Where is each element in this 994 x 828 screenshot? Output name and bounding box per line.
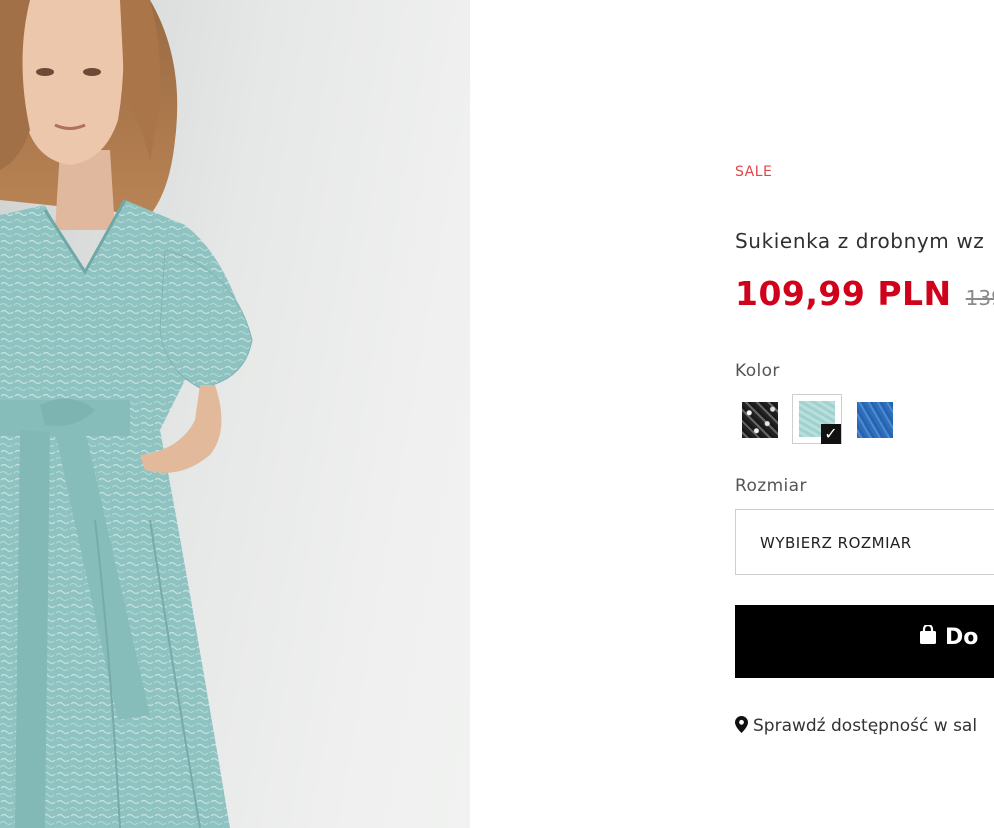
checkmark-icon: ✓	[821, 424, 841, 444]
size-select-placeholder: WYBIERZ ROZMIAR	[760, 534, 912, 552]
current-price: 109,99 PLN	[735, 274, 952, 313]
add-to-cart-button[interactable]: Do	[735, 605, 994, 678]
product-title: Sukienka z drobnym wz	[735, 229, 985, 253]
add-to-cart-content: Do	[919, 623, 979, 651]
model-illustration	[0, 0, 253, 828]
product-details: SALE Sukienka z drobnym wz 109,99 PLN 139…	[470, 0, 994, 828]
swatch-blue-pattern[interactable]	[857, 402, 893, 438]
size-label: Rozmiar	[735, 476, 807, 496]
product-page: SALE Sukienka z drobnym wz 109,99 PLN 139…	[0, 0, 994, 828]
shopping-bag-icon	[919, 623, 937, 651]
map-pin-icon	[735, 716, 748, 738]
sale-badge: SALE	[735, 164, 773, 180]
swatch-mint-pattern[interactable]: ✓	[792, 394, 842, 444]
color-swatches: ✓	[735, 394, 935, 446]
old-price: 139	[965, 286, 994, 310]
store-availability-text: Sprawdź dostępność w sal	[753, 716, 978, 736]
add-to-cart-label: Do	[945, 625, 979, 650]
price-row: 109,99 PLN 139	[735, 274, 994, 313]
color-label: Kolor	[735, 361, 780, 381]
swatch-black-pattern[interactable]	[742, 402, 778, 438]
size-select[interactable]: WYBIERZ ROZMIAR	[735, 509, 994, 575]
product-photo[interactable]	[0, 0, 470, 828]
store-availability-link[interactable]: Sprawdź dostępność w sal	[735, 716, 977, 738]
